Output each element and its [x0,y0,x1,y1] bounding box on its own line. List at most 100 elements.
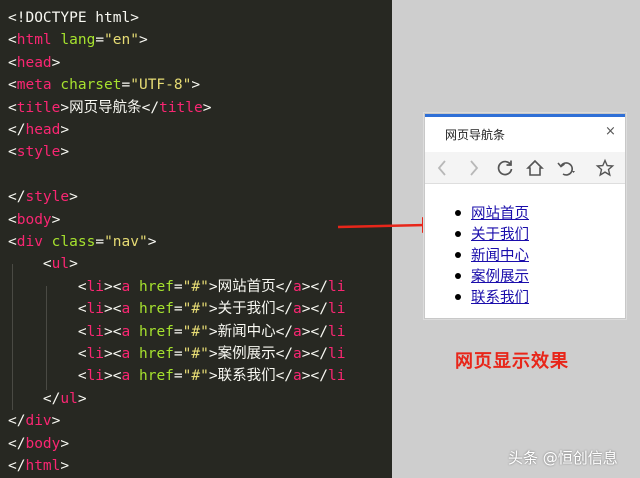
code-token: href [130,278,174,295]
code-token: li [86,368,105,385]
nav-link-contact[interactable]: 联系我们 [471,290,529,306]
code-token: >< [104,301,122,318]
undo-icon[interactable] [555,158,575,178]
code-token: li [86,346,105,362]
code-token: = [95,234,105,250]
code-token: < [8,346,87,362]
code-line: <ul> [8,253,78,275]
code-token: < [8,211,17,228]
code-token: > [60,99,70,116]
code-line: </body> [8,433,69,455]
code-token: a [293,278,302,295]
code-token: head [25,122,61,138]
code-token: a [121,346,131,362]
code-token: meta [16,77,52,94]
code-token: > [202,99,212,116]
code-token: a [293,368,302,385]
bullet-icon [455,252,461,258]
code-token: a [293,301,302,318]
code-line: <li><a href="#">网站首页</a></li [8,276,346,298]
code-token: = [95,32,105,49]
code-token: div [16,234,43,250]
code-token: ></ [301,301,328,318]
code-token: li [327,301,346,318]
tab-bar: 网页导航条 × [425,114,625,152]
code-line: <li><a href="#">案例展示</a></li [8,343,346,365]
code-token: "nav" [104,234,148,250]
code-token: >< [104,278,122,295]
code-token: ></ [301,368,328,385]
code-token: li [86,301,105,318]
code-token: </ [8,122,26,138]
close-tab-icon[interactable]: × [605,124,616,139]
code-token: > [60,435,70,452]
code-editor[interactable]: <!DOCTYPE html> <html lang="en"> <head> <me… [0,0,392,478]
code-token: style [16,144,61,161]
browser-toolbar [425,152,625,184]
list-item: 关于我们 [451,223,529,244]
forward-icon[interactable] [463,158,483,178]
code-token: = [173,301,183,318]
code-token: title [16,99,61,116]
code-token: "UTF-8" [130,77,192,94]
code-token: = [173,346,183,362]
code-token: body [25,435,61,452]
code-token: head [16,54,52,71]
code-token: 网页导航条 [69,99,142,116]
code-token: < [8,77,17,94]
watermark: 头条 @恒创信息 [508,449,618,467]
list-item: 新闻中心 [451,244,529,265]
code-token: < [8,323,87,340]
code-token: </ [8,413,26,430]
code-token: li [327,323,346,340]
code-token: = [121,77,131,94]
code-token: > [60,458,70,474]
code-token: </ [8,458,26,474]
code-token: >网站首页</ [208,278,294,295]
list-item: 联系我们 [451,286,529,307]
nav-link-cases[interactable]: 案例展示 [471,269,529,285]
code-token: a [121,368,131,385]
code-line: </html> [8,455,69,477]
bullet-icon [455,210,461,216]
code-token: >新闻中心</ [208,323,294,340]
code-token: li [327,278,346,295]
code-line: <style> [8,141,69,163]
code-token: > [147,234,157,250]
code-token: ></ [301,278,328,295]
code-token: > [69,189,78,206]
code-token: = [173,323,183,340]
nav-link-news[interactable]: 新闻中心 [471,248,529,264]
code-token: < [8,368,87,385]
code-token: href [130,346,174,362]
code-token: href [130,323,174,340]
favorite-icon[interactable] [595,158,615,178]
code-line: </style> [8,186,78,208]
code-token: a [293,346,302,362]
code-token: "#" [182,323,209,340]
back-icon[interactable] [433,158,453,178]
code-line: <div class="nav"> [8,231,156,253]
code-token: lang [51,32,96,49]
nav-link-about[interactable]: 关于我们 [471,227,529,243]
code-token: < [8,99,17,116]
code-token: > [69,256,78,273]
bullet-icon [455,294,461,300]
code-token: href [130,301,174,318]
nav-list: 网站首页 关于我们 新闻中心 案例展示 联系我们 [451,202,529,307]
code-token: a [121,278,131,295]
code-token: li [86,323,105,340]
reload-icon[interactable] [495,158,515,178]
tab-title[interactable]: 网页导航条 [445,126,505,143]
code-token: "en" [104,32,139,49]
code-token: < [8,234,17,250]
nav-link-home[interactable]: 网站首页 [471,206,529,222]
code-token: "#" [182,278,209,295]
code-token: < [8,301,87,318]
code-token: div [25,413,52,430]
home-icon[interactable] [525,158,545,178]
code-token: </ [8,435,26,452]
code-token: < [8,32,17,49]
code-token: body [16,211,52,228]
list-item: 网站首页 [451,202,529,223]
